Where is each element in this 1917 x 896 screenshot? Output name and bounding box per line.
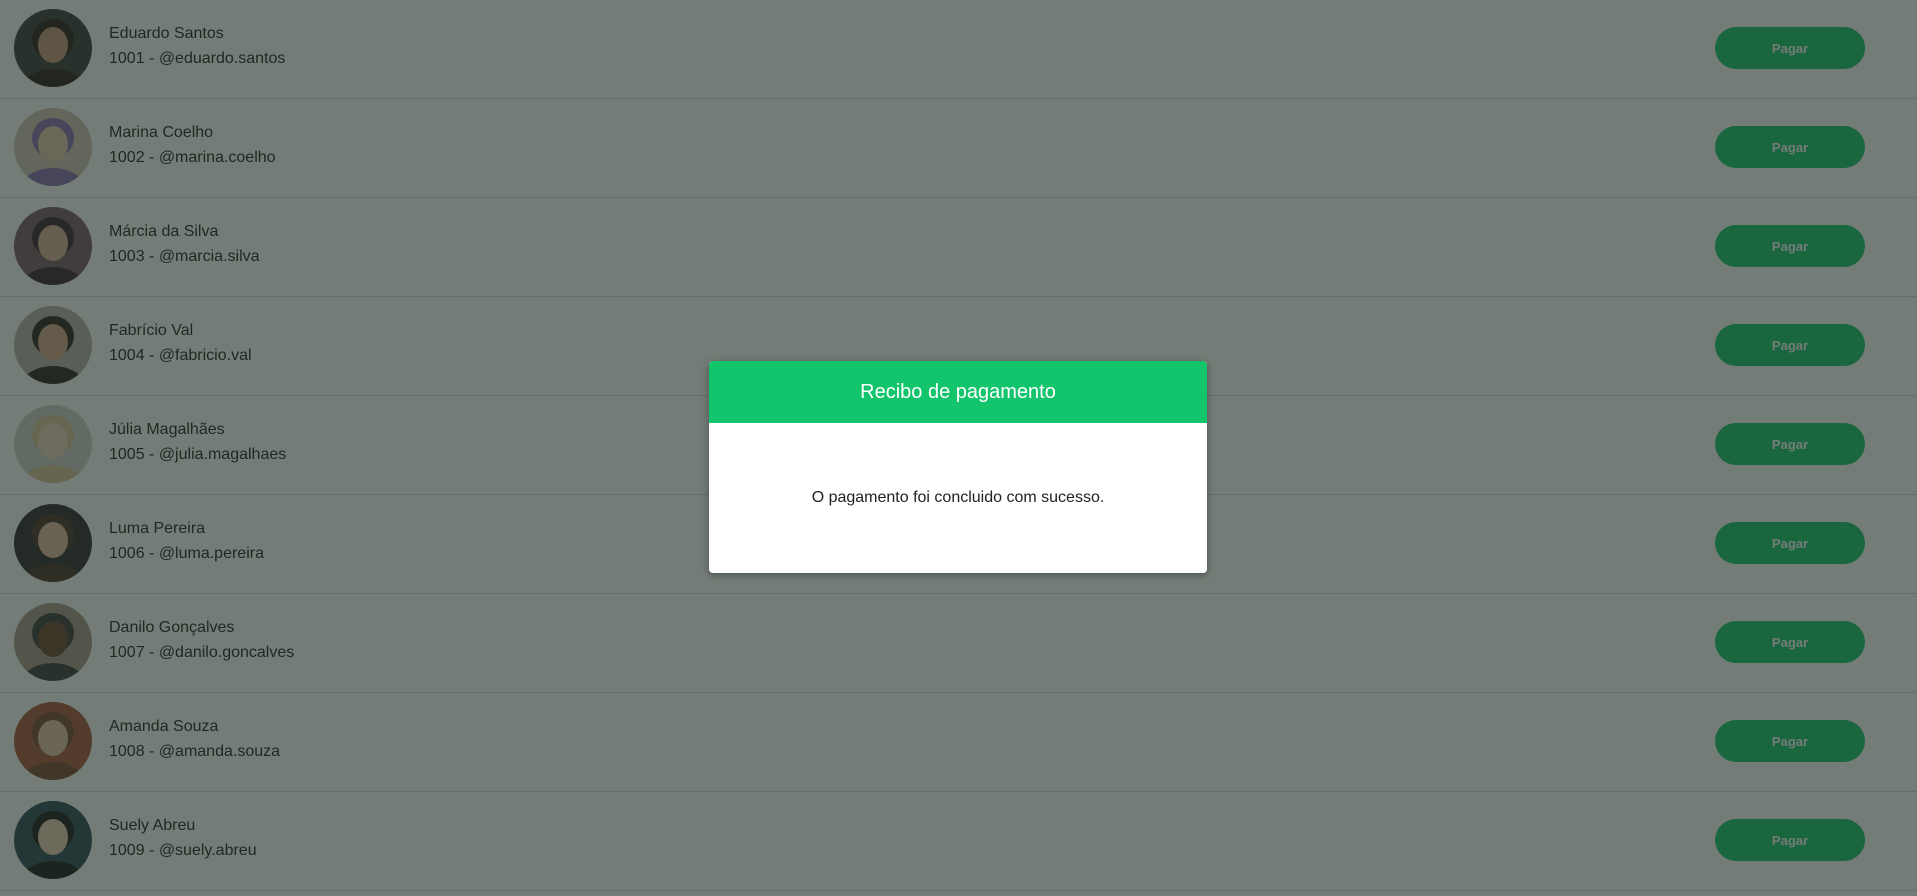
modal-message: O pagamento foi concluido com sucesso. — [811, 489, 1105, 506]
modal-body: O pagamento foi concluido com sucesso. — [709, 423, 1207, 573]
modal-header: Recibo de pagamento — [709, 361, 1207, 423]
receipt-modal: Recibo de pagamento O pagamento foi conc… — [709, 361, 1207, 573]
page: Eduardo Santos1001 - @eduardo.santosPaga… — [0, 0, 1917, 896]
modal-title: Recibo de pagamento — [860, 380, 1056, 403]
